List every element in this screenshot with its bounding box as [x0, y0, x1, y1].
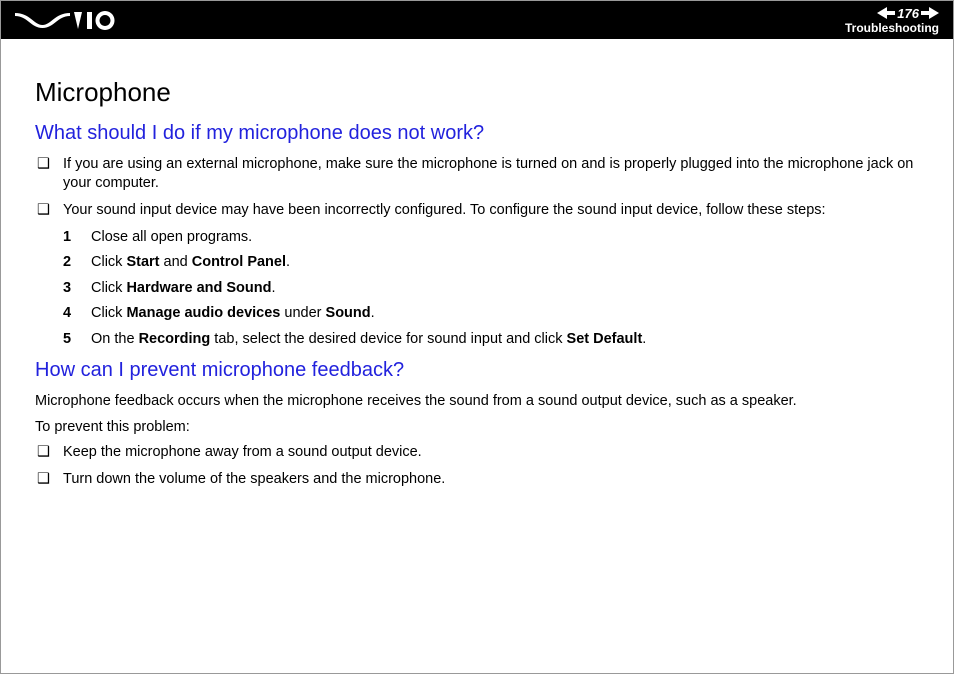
section2-para2: To prevent this problem: [35, 418, 919, 438]
square-bullet-icon: ❑ [35, 155, 63, 174]
list-item: ❑ If you are using an external microphon… [35, 155, 919, 193]
step-number: 3 [63, 279, 91, 299]
page-title: Microphone [35, 77, 919, 108]
bullet-text: If you are using an external microphone,… [63, 155, 919, 193]
square-bullet-icon: ❑ [35, 443, 63, 462]
step-number: 4 [63, 304, 91, 324]
header-bar: 176 Troubleshooting [1, 1, 953, 39]
step-number: 1 [63, 228, 91, 248]
section1-heading: What should I do if my microphone does n… [35, 122, 919, 145]
step-text: Click Start and Control Panel. [91, 253, 919, 273]
section2-para1: Microphone feedback occurs when the micr… [35, 392, 919, 412]
step-item: 5 On the Recording tab, select the desir… [63, 330, 919, 350]
step-text: Close all open programs. [91, 228, 919, 248]
step-item: 2 Click Start and Control Panel. [63, 253, 919, 273]
step-item: 3 Click Hardware and Sound. [63, 279, 919, 299]
list-item: ❑ Turn down the volume of the speakers a… [35, 470, 919, 489]
step-text: Click Manage audio devices under Sound. [91, 304, 919, 324]
list-item: ❑ Your sound input device may have been … [35, 201, 919, 220]
list-item: ❑ Keep the microphone away from a sound … [35, 443, 919, 462]
prev-page-icon[interactable] [877, 7, 895, 19]
bullet-text: Your sound input device may have been in… [63, 201, 919, 220]
step-text: On the Recording tab, select the desired… [91, 330, 919, 350]
page: 176 Troubleshooting Microphone What shou… [0, 0, 954, 674]
next-page-icon[interactable] [921, 7, 939, 19]
section2-heading: How can I prevent microphone feedback? [35, 359, 919, 382]
section1-bullets: ❑ If you are using an external microphon… [35, 155, 919, 220]
section2-bullets: ❑ Keep the microphone away from a sound … [35, 443, 919, 489]
step-item: 1 Close all open programs. [63, 228, 919, 248]
section1-steps: 1 Close all open programs. 2 Click Start… [35, 228, 919, 350]
square-bullet-icon: ❑ [35, 201, 63, 220]
breadcrumb[interactable]: Troubleshooting [845, 22, 939, 34]
vaio-logo [15, 10, 125, 30]
bullet-text: Keep the microphone away from a sound ou… [63, 443, 919, 462]
content-area: Microphone What should I do if my microp… [1, 39, 953, 673]
page-number: 176 [897, 7, 919, 20]
step-number: 5 [63, 330, 91, 350]
step-number: 2 [63, 253, 91, 273]
step-item: 4 Click Manage audio devices under Sound… [63, 304, 919, 324]
page-nav: 176 [877, 7, 939, 20]
square-bullet-icon: ❑ [35, 470, 63, 489]
header-right: 176 Troubleshooting [845, 7, 939, 34]
step-text: Click Hardware and Sound. [91, 279, 919, 299]
bullet-text: Turn down the volume of the speakers and… [63, 470, 919, 489]
